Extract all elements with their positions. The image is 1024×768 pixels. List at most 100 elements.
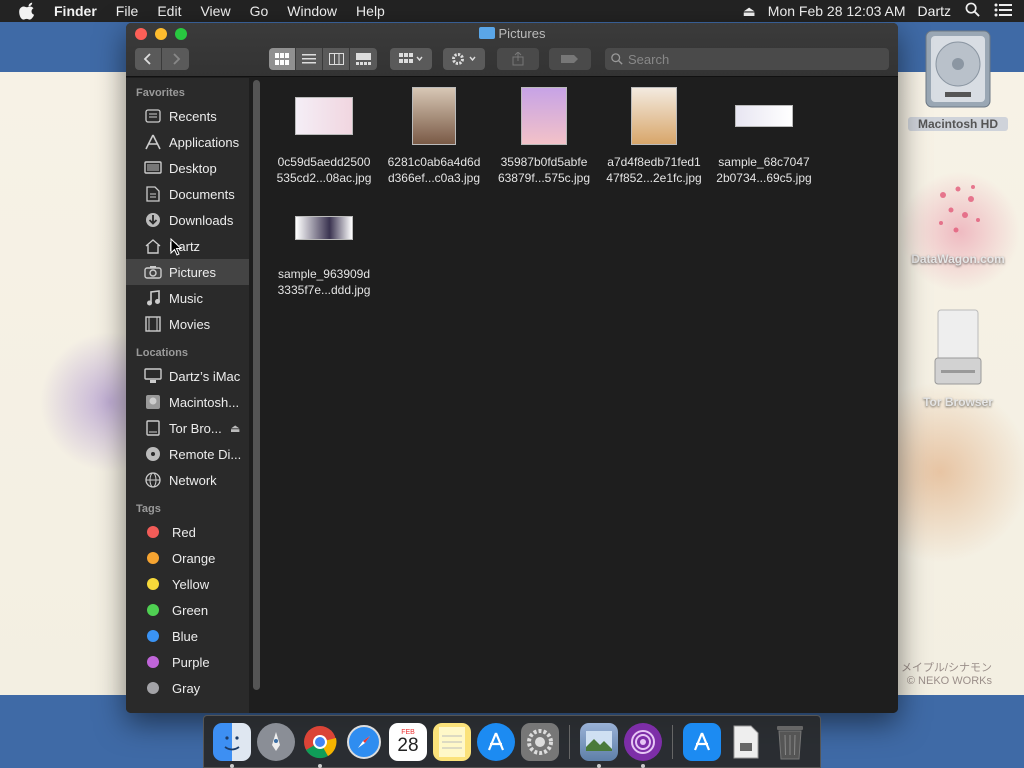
menu-help[interactable]: Help (356, 3, 385, 19)
sidebar-item-downloads[interactable]: Downloads (126, 207, 249, 233)
mouse-cursor-icon (170, 238, 182, 256)
nav-buttons (135, 48, 189, 70)
view-mode-control (269, 48, 377, 70)
action-menu-button[interactable] (443, 48, 485, 70)
file-item[interactable]: sample_68c7047 2b0734...69c5.jpg (709, 86, 819, 186)
icon-view-button[interactable] (269, 48, 296, 70)
gallery-view-button[interactable] (350, 48, 377, 70)
list-view-button[interactable] (296, 48, 323, 70)
search-field[interactable] (605, 48, 889, 70)
notes-icon[interactable] (433, 722, 471, 761)
columns-icon (328, 53, 344, 65)
trash-icon[interactable] (771, 723, 809, 761)
eject-icon[interactable]: ⏏ (230, 422, 240, 435)
menu-clock[interactable]: Mon Feb 28 12:03 AM (768, 3, 906, 19)
system-preferences-icon[interactable] (521, 722, 559, 761)
sidebar-item-remote-disc[interactable]: Remote Di... (126, 441, 249, 467)
notification-center-icon[interactable] (994, 3, 1012, 20)
menu-window[interactable]: Window (287, 3, 337, 19)
menu-edit[interactable]: Edit (157, 3, 181, 19)
sidebar-item-macintosh-hd[interactable]: Macintosh... (126, 389, 249, 415)
dock-separator (672, 724, 673, 759)
sidebar-item-applications[interactable]: Applications (126, 129, 249, 155)
recents-icon (144, 108, 162, 124)
sidebar-tag-green[interactable]: Green (126, 597, 249, 623)
sidebar-scrollbar[interactable] (253, 80, 260, 690)
running-indicator (641, 763, 645, 768)
menu-view[interactable]: View (200, 3, 230, 19)
menu-user[interactable]: Dartz (918, 3, 951, 19)
file-item[interactable]: 0c59d5aedd2500 535cd2...08ac.jpg (269, 86, 379, 186)
sidebar-tag-orange[interactable]: Orange (126, 545, 249, 571)
list-icon (302, 54, 316, 64)
file-item[interactable]: 35987b0fd5abfe 63879f...575c.jpg (489, 86, 599, 186)
sidebar-item-dartz[interactable]: Dartz (126, 233, 249, 259)
column-view-button[interactable] (323, 48, 350, 70)
desktop-icon-macintosh-hd[interactable]: Macintosh HD (908, 28, 1008, 131)
desktop-icon-label: Tor Browser (923, 395, 993, 409)
group-by-button[interactable] (390, 48, 432, 70)
home-icon (144, 238, 162, 254)
chrome-icon[interactable] (301, 723, 339, 768)
desktop-icon-datawagon[interactable]: DataWagon.com (908, 175, 1008, 266)
tag-color-dot (147, 630, 159, 642)
movies-icon (144, 316, 162, 332)
image-thumbnail (735, 105, 793, 127)
wallpaper-watermark: メイプル/シナモン © NEKO WORKs (900, 662, 992, 687)
sidebar-tag-purple[interactable]: Purple (126, 649, 249, 675)
running-indicator (597, 763, 601, 768)
safari-icon[interactable] (345, 723, 383, 761)
file-item[interactable]: 6281c0ab6a4d6d d366ef...c0a3.jpg (379, 86, 489, 186)
sidebar-item-recents[interactable]: Recents (126, 103, 249, 129)
menu-bar: Finder File Edit View Go Window Help ⏏ M… (0, 0, 1024, 22)
file-item[interactable]: sample_963909d 3335f7e...ddd.jpg (269, 198, 379, 298)
share-button[interactable] (497, 48, 539, 70)
sidebar-tag-red[interactable]: Red (126, 519, 249, 545)
edit-tags-button[interactable] (549, 48, 591, 70)
tag-icon (561, 55, 578, 63)
file-name: 6281c0ab6a4d6d d366ef...c0a3.jpg (387, 155, 481, 185)
sidebar-tag-yellow[interactable]: Yellow (126, 571, 249, 597)
calendar-icon[interactable]: FEB 28 (389, 722, 427, 761)
sidebar-item-documents[interactable]: Documents (126, 181, 249, 207)
file-name: a7d4f8edb71fed1 47f852...2e1fc.jpg (606, 155, 702, 185)
tor-icon[interactable] (624, 722, 662, 768)
menu-go[interactable]: Go (250, 3, 269, 19)
sidebar-item-network[interactable]: Network (126, 467, 249, 493)
sidebar-item-tor-browser[interactable]: Tor Bro... ⏏ (126, 415, 249, 441)
dock: FEB 28 (203, 715, 821, 768)
music-icon (144, 290, 162, 306)
desktop-icon (144, 160, 162, 176)
menu-app-finder[interactable]: Finder (54, 3, 97, 19)
sidebar-item-music[interactable]: Music (126, 285, 249, 311)
sidebar-heading-tags: Tags (136, 503, 161, 515)
menu-file[interactable]: File (116, 3, 139, 19)
file-item[interactable]: a7d4f8edb71fed1 47f852...2e1fc.jpg (599, 86, 709, 186)
eject-icon[interactable]: ⏏ (743, 3, 756, 20)
preview-icon[interactable] (580, 722, 618, 768)
sidebar-item-pictures[interactable]: Pictures (126, 259, 249, 285)
share-icon (512, 52, 524, 66)
sidebar: Favorites Recents Applications Desktop D… (126, 78, 249, 713)
desktop-icon-tor-browser[interactable]: Tor Browser (908, 308, 1008, 409)
search-input[interactable] (628, 51, 868, 67)
back-button[interactable] (135, 48, 162, 70)
file-icon[interactable] (727, 723, 765, 761)
sidebar-item-movies[interactable]: Movies (126, 311, 249, 337)
computer-icon (144, 368, 162, 384)
launchpad-icon[interactable] (257, 722, 295, 761)
spotlight-search-icon[interactable] (965, 2, 980, 20)
tag-color-dot (147, 656, 159, 668)
sidebar-item-imac[interactable]: Dartz’s iMac (126, 363, 249, 389)
finder-icon[interactable] (213, 722, 251, 768)
apple-icon[interactable] (19, 2, 37, 20)
chevron-right-icon (172, 53, 180, 65)
sidebar-tag-gray[interactable]: Gray (126, 675, 249, 701)
image-thumbnail (295, 97, 353, 135)
sidebar-item-desktop[interactable]: Desktop (126, 155, 249, 181)
app-store-icon[interactable] (683, 722, 721, 761)
app-store-icon[interactable] (477, 722, 515, 761)
sidebar-tag-blue[interactable]: Blue (126, 623, 249, 649)
window-titlebar[interactable]: Pictures (126, 23, 898, 77)
forward-button[interactable] (162, 48, 189, 70)
